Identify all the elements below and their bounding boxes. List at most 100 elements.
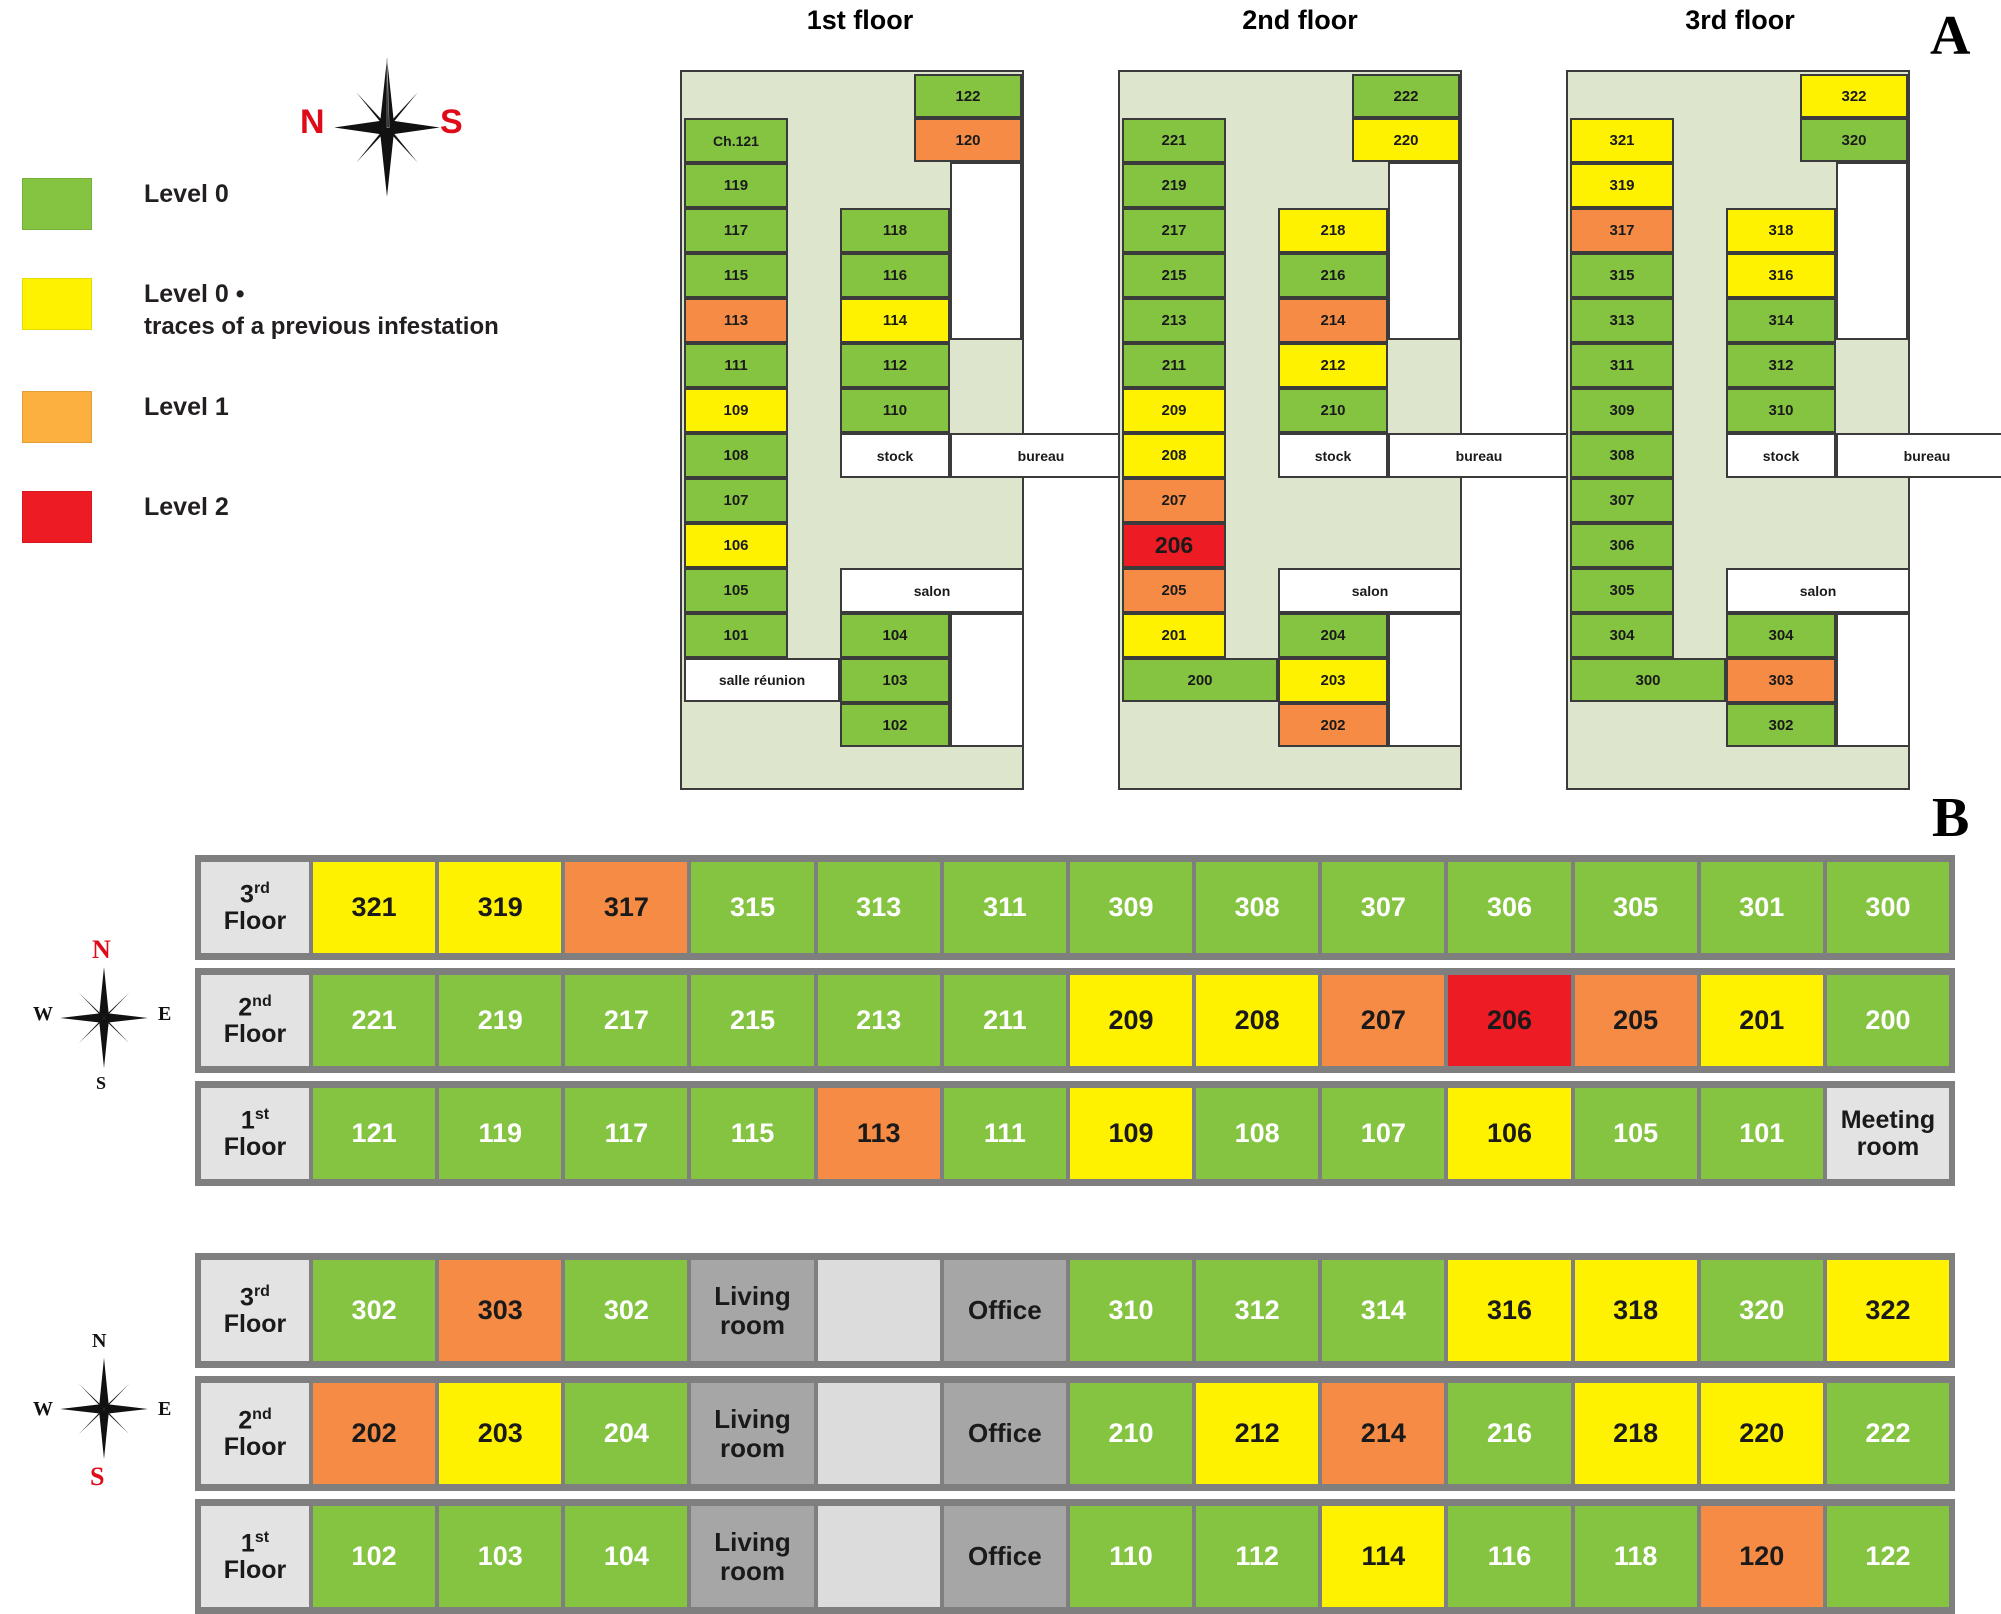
floor-plan-room-112: 112 — [840, 343, 950, 388]
floor-row-label: 3rd Floor — [201, 1260, 309, 1361]
room-cell-living-room: Living room — [691, 1383, 814, 1484]
floor-plan-room-113: 113 — [684, 298, 788, 343]
floor-plan-blank-right-lower — [1388, 613, 1462, 747]
floor-plan-room-114: 114 — [840, 298, 950, 343]
room-cell-office: Office — [943, 1506, 1066, 1607]
legend-label: Level 0 — [144, 178, 229, 211]
floor-plan-blank-right-lower — [950, 613, 1024, 747]
floor-plan-room-111: 111 — [684, 343, 788, 388]
room-cell-216: 216 — [1448, 1383, 1571, 1484]
compass-b-top-label-n: N — [92, 935, 111, 964]
floor-plan-room-212: 212 — [1278, 343, 1388, 388]
floor-plan-2nd: 221 219 217 215 213 211 209 208 207 206 205 201 200 2… — [1118, 70, 1570, 790]
room-cell-311: 311 — [943, 862, 1066, 953]
legend-label: Level 1 — [144, 391, 229, 424]
room-cell-319: 319 — [439, 862, 562, 953]
floor-ordinal-suffix: rd — [253, 879, 270, 897]
floor-row-label-number: 2nd — [238, 1406, 271, 1434]
compass-rose-a: N S — [300, 55, 630, 200]
room-cell-303: 303 — [439, 1260, 562, 1361]
floor-plan-room-209: 209 — [1122, 388, 1226, 433]
room-cell-217: 217 — [565, 975, 688, 1066]
floor-plan-room-salon: salon — [1726, 568, 1910, 613]
floor-row-label-number: 2nd — [238, 993, 271, 1021]
floor-plan-room-bureau: bureau — [1388, 433, 1570, 478]
room-cell-201: 201 — [1700, 975, 1823, 1066]
floor-plan-room-218: 218 — [1278, 208, 1388, 253]
compass-b-top-label-w: W — [33, 1003, 53, 1025]
room-cell-122: 122 — [1826, 1506, 1950, 1607]
floor-plan-room-219: 219 — [1122, 163, 1226, 208]
room-cell-113: 113 — [817, 1088, 940, 1179]
room-cell-318: 318 — [1574, 1260, 1697, 1361]
floor-row-label-number: 1st — [241, 1529, 269, 1557]
room-cell-office: Office — [943, 1383, 1066, 1484]
floor-plan-room-313: 313 — [1570, 298, 1674, 343]
room-cell-living-room: Living room — [691, 1260, 814, 1361]
room-cell-219: 219 — [439, 975, 562, 1066]
room-cell-208: 208 — [1196, 975, 1319, 1066]
room-cell-218: 218 — [1574, 1383, 1697, 1484]
floor-plan-title-3: 3rd floor — [1580, 5, 1900, 36]
compass-a-label-n: N — [300, 103, 325, 141]
compass-a-label-s: S — [440, 103, 463, 141]
room-cell-meeting-room: Meeting room — [1826, 1088, 1950, 1179]
floor-row-label: 3rd Floor — [201, 862, 309, 953]
room-cell-220: 220 — [1700, 1383, 1823, 1484]
floor-plan-room-210: 210 — [1278, 388, 1388, 433]
room-cell-309: 309 — [1069, 862, 1193, 953]
floor-plan-room-213: 213 — [1122, 298, 1226, 343]
floor-ordinal-suffix: st — [254, 1528, 270, 1546]
room-cell-310: 310 — [1069, 1260, 1193, 1361]
floor-plan-room-315: 315 — [1570, 253, 1674, 298]
floor-plan-room-108: 108 — [684, 433, 788, 478]
room-cell-215: 215 — [691, 975, 814, 1066]
room-cell-120: 120 — [1700, 1506, 1823, 1607]
room-cell-306: 306 — [1448, 862, 1571, 953]
floor-row-label: 2nd Floor — [201, 1383, 309, 1484]
floor-plan-room-stock: stock — [1278, 433, 1388, 478]
floor-plan-room-211: 211 — [1122, 343, 1226, 388]
floor-plan-room-318: 318 — [1726, 208, 1836, 253]
legend-item: Level 1 — [22, 390, 542, 443]
floor-plan-room-200: 200 — [1122, 658, 1278, 702]
floor-plan-title-1-text: 1st floor — [806, 5, 914, 35]
floor-plan-room-220: 220 — [1352, 118, 1460, 162]
floor-plan-room-stock: stock — [840, 433, 950, 478]
room-cell-116: 116 — [1448, 1506, 1571, 1607]
floor-ordinal-suffix: rd — [253, 1282, 270, 1300]
floor-plan-room-109: 109 — [684, 388, 788, 433]
floor-plan-room-116: 116 — [840, 253, 950, 298]
room-cell-103: 103 — [439, 1506, 562, 1607]
floor-row: 2nd Floor 202 203 204 Living room Office 210 212 2… — [195, 1376, 1955, 1491]
room-cell-307: 307 — [1322, 862, 1445, 953]
floor-plan-room-119: 119 — [684, 163, 788, 208]
floor-plan-room-215: 215 — [1122, 253, 1226, 298]
room-cell-111: 111 — [943, 1088, 1066, 1179]
floor-plan-room-308: 308 — [1570, 433, 1674, 478]
room-cell-121: 121 — [313, 1088, 436, 1179]
room-cell-blank — [817, 1506, 940, 1607]
room-cell-315: 315 — [691, 862, 814, 953]
floor-plan-room-305: 305 — [1570, 568, 1674, 613]
room-cell-204: 204 — [565, 1383, 688, 1484]
room-cell-317: 317 — [565, 862, 688, 953]
floor-number: 2 — [238, 1406, 253, 1435]
floor-plan-blank-right — [1388, 162, 1460, 340]
compass-rose-b-bottom: N W E S — [30, 1330, 180, 1500]
legend-item: Level 2 — [22, 490, 542, 543]
floor-plan-room-321: 321 — [1570, 118, 1674, 163]
floor-plan-room-205: 205 — [1122, 568, 1226, 613]
room-cell-301: 301 — [1700, 862, 1823, 953]
floor-row-label: 2nd Floor — [201, 975, 309, 1066]
floor-number: 2 — [238, 993, 253, 1022]
floor-row: 1st Floor 121 119 117 115 113 111 109 108 107 106 10… — [195, 1081, 1955, 1186]
compass-b-bottom-label-s: S — [90, 1462, 105, 1491]
floor-row-label: 1st Floor — [201, 1088, 309, 1179]
floor-plan-room-201: 201 — [1122, 613, 1226, 658]
floor-plan-1st: Ch.121 119 117 115 113 111 109 108 107 106 105 101 s… — [680, 70, 1132, 790]
floor-number: 1 — [240, 1106, 255, 1135]
floor-row-label-number: 1st — [241, 1106, 269, 1134]
legend-swatch — [22, 490, 92, 543]
floor-number: 1 — [240, 1529, 255, 1558]
